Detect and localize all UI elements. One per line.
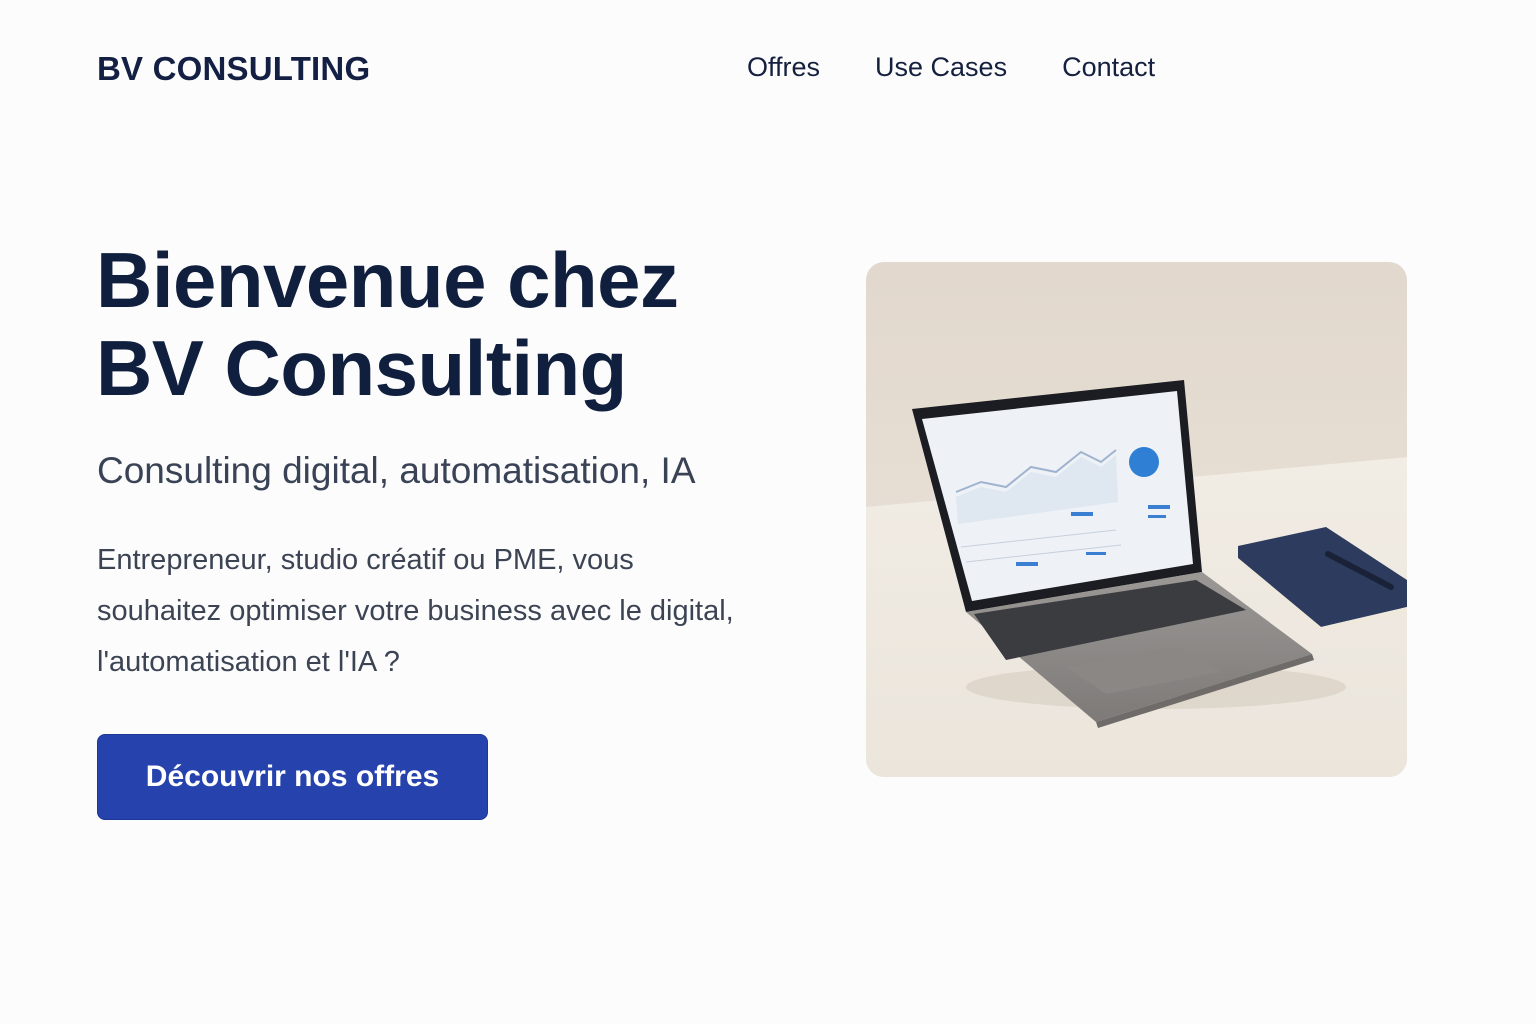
hero-image <box>866 262 1407 777</box>
laptop-dashboard-photo-icon <box>866 262 1407 777</box>
nav-link-offres[interactable]: Offres <box>747 52 820 83</box>
hero-subtitle: Consulting digital, automatisation, IA <box>97 450 696 491</box>
hero-title: Bienvenue chez BV Consulting <box>96 236 816 412</box>
brand-logo[interactable]: BV CONSULTING <box>97 50 370 88</box>
nav-link-use-cases[interactable]: Use Cases <box>875 52 1007 83</box>
hero-title-line-1: Bienvenue chez <box>96 236 679 324</box>
hero-title-line-2: BV Consulting <box>96 324 627 412</box>
main-nav: Offres Use Cases Contact <box>747 52 1155 83</box>
nav-link-contact[interactable]: Contact <box>1062 52 1155 83</box>
hero-description: Entrepreneur, studio créatif ou PME, vou… <box>97 544 734 678</box>
discover-offers-button[interactable]: Découvrir nos offres <box>97 734 488 820</box>
